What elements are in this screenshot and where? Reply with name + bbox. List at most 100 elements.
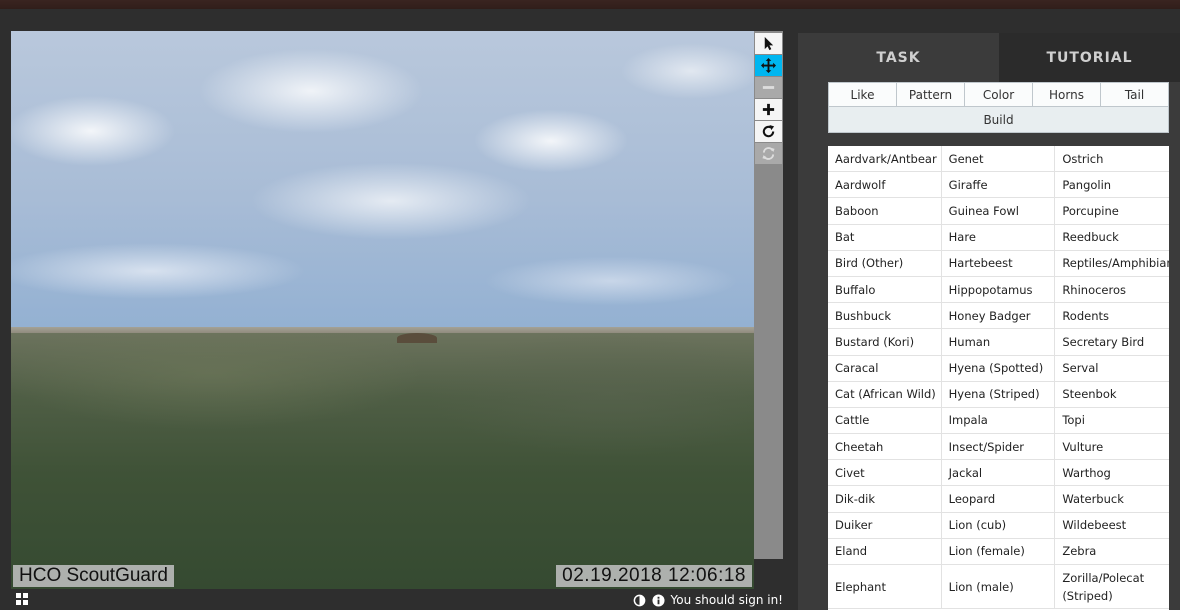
species-choice[interactable]: Impala [942, 407, 1056, 434]
species-choice[interactable]: Leopard [942, 486, 1056, 512]
species-choice[interactable]: Zebra [1055, 539, 1169, 564]
filter-bar: Like Pattern Color Horns Tail Build [828, 82, 1169, 133]
rotate-button[interactable] [755, 121, 782, 142]
species-choice[interactable]: Honey Badger [942, 303, 1056, 329]
species-row: Cheetah Insect/Spider Vulture [828, 434, 1169, 461]
filter-color-button[interactable]: Color [965, 82, 1033, 107]
image-toolbar [754, 31, 783, 559]
pointer-icon [764, 36, 774, 51]
task-panel: TASK TUTORIAL Like Pattern Color Horns T… [798, 33, 1180, 610]
timestamp-label: 02.19.2018 12:06:18 [556, 565, 752, 587]
grid-icon[interactable] [15, 592, 29, 606]
species-choice[interactable]: Bat [828, 224, 942, 250]
species-choice[interactable]: Ostrich [1055, 146, 1169, 171]
species-row: Caracal Hyena (Spotted) Serval [828, 355, 1169, 382]
species-choice[interactable]: Giraffe [942, 172, 1056, 198]
species-choice[interactable]: Wildebeest [1055, 513, 1169, 538]
subject-image[interactable]: HCO ScoutGuard 02.19.2018 12:06:18 [11, 31, 754, 589]
species-choice[interactable]: Cattle [828, 407, 942, 434]
species-choice[interactable]: Elephant [828, 565, 942, 608]
species-choice[interactable]: Hyena (Spotted) [942, 355, 1056, 381]
footer-actions: You should sign in! [633, 591, 783, 609]
species-choice[interactable]: Bushbuck [828, 303, 942, 329]
species-choice[interactable]: Secretary Bird [1055, 329, 1169, 354]
species-row: Bird (Other) Hartebeest Reptiles/Amphibian… [828, 250, 1169, 277]
species-choice[interactable]: Cat (African Wild) [828, 381, 942, 407]
filter-horns-button[interactable]: Horns [1033, 82, 1101, 107]
reset-icon [762, 147, 775, 160]
species-row: Bustard (Kori) Human Secretary Bird [828, 329, 1169, 356]
filter-tail-button[interactable]: Tail [1101, 82, 1169, 107]
move-icon [761, 58, 776, 73]
species-row: Buffalo Hippopotamus Rhinoceros [828, 276, 1169, 304]
species-choice[interactable]: Insect/Spider [942, 434, 1056, 460]
species-choice[interactable]: Bird (Other) [828, 250, 942, 276]
species-row: Aardvark/Antbear Genet Ostrich [828, 146, 1169, 173]
species-choice[interactable]: Aardvark/Antbear [828, 146, 942, 172]
species-choice[interactable]: Genet [942, 146, 1056, 172]
species-choice[interactable]: Cheetah [828, 434, 942, 460]
species-choice[interactable]: Guinea Fowl [942, 198, 1056, 224]
viewer-footer: You should sign in! [11, 591, 783, 609]
species-choice[interactable]: Caracal [828, 355, 942, 381]
species-choice[interactable]: Hyena (Striped) [942, 381, 1056, 407]
species-choice[interactable]: Waterbuck [1055, 486, 1169, 511]
species-choice[interactable]: Aardwolf [828, 172, 942, 198]
species-row: Cattle Impala Topi [828, 407, 1169, 435]
zoom-out-button[interactable] [755, 77, 782, 98]
image-mound [397, 333, 437, 343]
subject-viewer: HCO ScoutGuard 02.19.2018 12:06:18 [11, 31, 783, 589]
species-row: Aardwolf Giraffe Pangolin [828, 172, 1169, 199]
species-choice[interactable]: Hare [942, 224, 1056, 250]
species-row: Eland Lion (female) Zebra [828, 538, 1169, 565]
species-row: Dik-dik Leopard Waterbuck [828, 486, 1169, 513]
species-choice[interactable]: Serval [1055, 356, 1169, 381]
species-choice[interactable]: Porcupine [1055, 198, 1169, 223]
zoom-out-icon [762, 86, 775, 89]
filter-pattern-button[interactable]: Pattern [897, 82, 965, 107]
species-choice[interactable]: Reptiles/Amphibians [1055, 251, 1169, 276]
species-list: Aardvark/Antbear Genet Ostrich Aardwolf Gira… [828, 146, 1169, 610]
species-choice[interactable]: Lion (cub) [942, 512, 1056, 538]
filter-row: Like Pattern Color Horns Tail [828, 82, 1169, 107]
tab-tutorial[interactable]: TUTORIAL [999, 33, 1180, 82]
species-choice[interactable]: Topi [1055, 408, 1169, 433]
species-choice[interactable]: Lion (male) [942, 565, 1056, 608]
species-choice[interactable]: Reedbuck [1055, 225, 1169, 250]
species-choice[interactable]: Rodents [1055, 303, 1169, 328]
species-row: Duiker Lion (cub) Wildebeest [828, 512, 1169, 539]
filter-like-button[interactable]: Like [828, 82, 897, 107]
contrast-icon[interactable] [633, 594, 646, 607]
species-choice[interactable]: Steenbok [1055, 382, 1169, 407]
species-choice[interactable]: Dik-dik [828, 486, 942, 512]
species-choice[interactable]: Lion (female) [942, 538, 1056, 564]
species-choice[interactable]: Human [942, 329, 1056, 355]
species-choice[interactable]: Warthog [1055, 460, 1169, 485]
filter-build-button[interactable]: Build [828, 107, 1169, 133]
move-button[interactable] [755, 55, 782, 76]
species-row: Cat (African Wild) Hyena (Striped) Steenbo… [828, 381, 1169, 408]
species-choice[interactable]: Hartebeest [942, 250, 1056, 276]
species-choice[interactable]: Zorilla/Polecat (Striped) [1055, 565, 1169, 608]
pointer-button[interactable] [755, 33, 782, 54]
info-icon[interactable] [652, 593, 665, 607]
species-choice[interactable]: Rhinoceros [1055, 277, 1169, 302]
species-choice[interactable]: Hippopotamus [942, 276, 1056, 303]
rotate-icon [762, 124, 775, 138]
species-choice[interactable]: Vulture [1055, 434, 1169, 459]
species-row: Civet Jackal Warthog [828, 460, 1169, 487]
species-choice[interactable]: Pangolin [1055, 172, 1169, 197]
species-choice[interactable]: Duiker [828, 512, 942, 538]
tab-task[interactable]: TASK [798, 33, 999, 82]
species-choice[interactable]: Eland [828, 538, 942, 564]
reset-button[interactable] [755, 143, 782, 164]
species-choice[interactable]: Jackal [942, 460, 1056, 486]
species-choice[interactable]: Civet [828, 460, 942, 486]
species-choice[interactable]: Buffalo [828, 276, 942, 303]
zoom-in-icon [762, 103, 775, 116]
species-row: Baboon Guinea Fowl Porcupine [828, 198, 1169, 225]
species-choice[interactable]: Baboon [828, 198, 942, 224]
sign-in-message[interactable]: You should sign in! [671, 593, 783, 607]
zoom-in-button[interactable] [755, 99, 782, 120]
species-choice[interactable]: Bustard (Kori) [828, 329, 942, 355]
